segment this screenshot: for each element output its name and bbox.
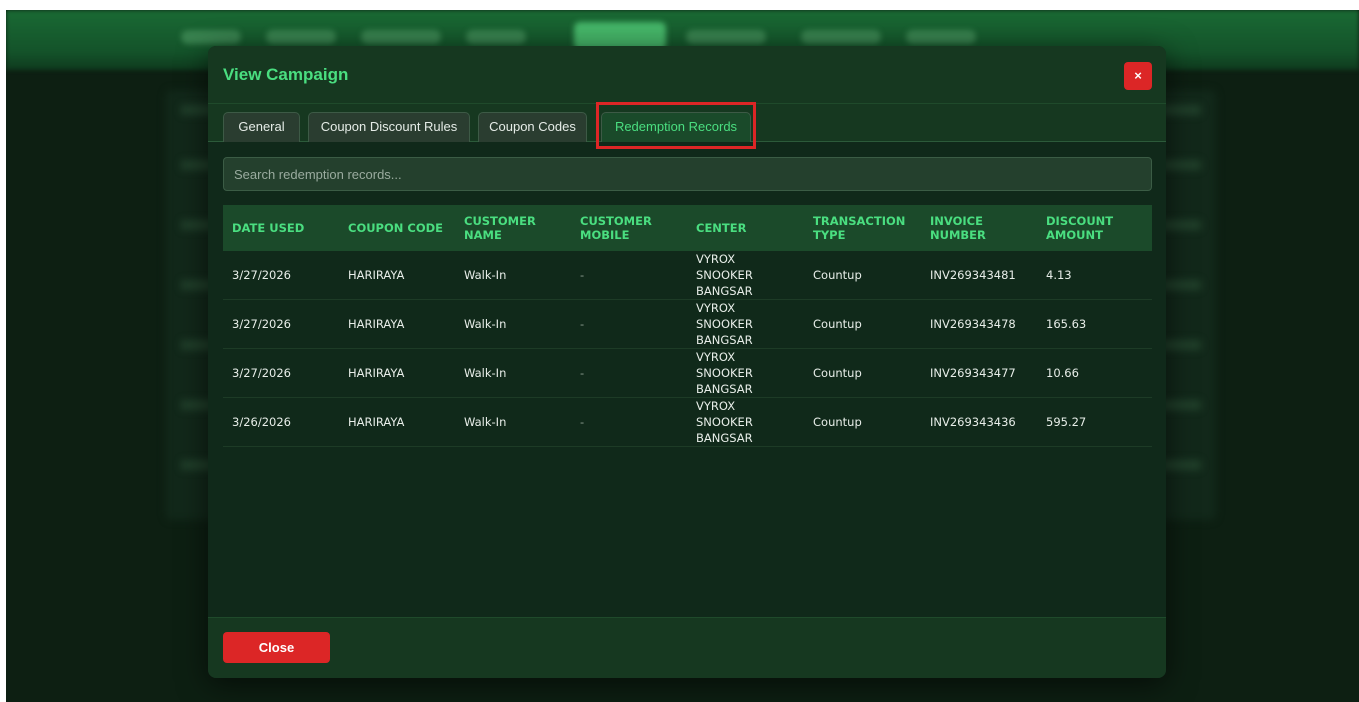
modal-title: View Campaign — [223, 65, 349, 84]
tab-coupon-codes[interactable]: Coupon Codes — [478, 112, 587, 142]
table-header-row: DATE USED COUPON CODE CUSTOMER NAME CUST… — [223, 205, 1152, 251]
cell-center: VYROX SNOOKER BANGSAR — [696, 399, 753, 445]
redemption-table: DATE USED COUPON CODE CUSTOMER NAME CUST… — [223, 205, 1152, 447]
cell-transaction-type: Countup — [813, 366, 862, 380]
cell-invoice-number: INV269343477 — [930, 366, 1016, 380]
cell-coupon-code: HARIRAYA — [348, 415, 405, 429]
background-nav-item — [266, 30, 336, 44]
cell-transaction-type: Countup — [813, 415, 862, 429]
cell-customer-mobile: - — [580, 317, 585, 331]
cell-customer-name: Walk-In — [464, 268, 507, 282]
header-date-used[interactable]: DATE USED — [223, 205, 339, 251]
background-nav-item — [686, 30, 766, 44]
cell-coupon-code: HARIRAYA — [348, 268, 405, 282]
cell-transaction-type: Countup — [813, 268, 862, 282]
cell-invoice-number: INV269343478 — [930, 317, 1016, 331]
tab-coupon-discount-rules[interactable]: Coupon Discount Rules — [308, 112, 470, 142]
cell-discount-amount: 165.63 — [1046, 317, 1087, 331]
cell-date-used: 3/26/2026 — [232, 415, 291, 429]
view-campaign-modal: View Campaign × General Coupon Discount … — [208, 46, 1166, 678]
cell-customer-mobile: - — [580, 366, 585, 380]
cell-invoice-number: INV269343436 — [930, 415, 1016, 429]
table-row: 3/27/2026 HARIRAYA Walk-In - VYROX SNOOK… — [223, 251, 1152, 300]
tabs-bar: General Coupon Discount Rules Coupon Cod… — [208, 104, 1166, 142]
cell-date-used: 3/27/2026 — [232, 268, 291, 282]
cell-date-used: 3/27/2026 — [232, 366, 291, 380]
search-wrapper — [223, 157, 1152, 191]
table-row: 3/27/2026 HARIRAYA Walk-In - VYROX SNOOK… — [223, 349, 1152, 398]
header-center[interactable]: CENTER — [687, 205, 804, 251]
header-customer-name[interactable]: CUSTOMER NAME — [455, 205, 571, 251]
background-nav-item — [181, 30, 241, 44]
table-row: 3/27/2026 HARIRAYA Walk-In - VYROX SNOOK… — [223, 300, 1152, 349]
background-nav-item — [361, 30, 441, 44]
cell-discount-amount: 4.13 — [1046, 268, 1072, 282]
tab-redemption-records[interactable]: Redemption Records — [601, 112, 751, 142]
header-coupon-code[interactable]: COUPON CODE — [339, 205, 455, 251]
table-row: 3/26/2026 HARIRAYA Walk-In - VYROX SNOOK… — [223, 398, 1152, 447]
modal-header: View Campaign × — [208, 46, 1166, 104]
header-discount-amount[interactable]: DISCOUNT AMOUNT — [1037, 205, 1152, 251]
cell-customer-name: Walk-In — [464, 366, 507, 380]
cell-customer-mobile: - — [580, 268, 585, 282]
header-transaction-type[interactable]: TRANSACTION TYPE — [804, 205, 921, 251]
cell-discount-amount: 595.27 — [1046, 415, 1087, 429]
cell-customer-name: Walk-In — [464, 317, 507, 331]
header-invoice-number[interactable]: INVOICE NUMBER — [921, 205, 1037, 251]
cell-customer-mobile: - — [580, 415, 585, 429]
cell-coupon-code: HARIRAYA — [348, 366, 405, 380]
background-nav-item — [466, 30, 526, 44]
close-icon[interactable]: × — [1124, 62, 1152, 90]
cell-transaction-type: Countup — [813, 317, 862, 331]
background-nav-item — [906, 30, 976, 44]
cell-customer-name: Walk-In — [464, 415, 507, 429]
cell-invoice-number: INV269343481 — [930, 268, 1016, 282]
cell-center: VYROX SNOOKER BANGSAR — [696, 350, 753, 396]
modal-footer: Close — [208, 617, 1166, 678]
redemption-table-wrapper: DATE USED COUPON CODE CUSTOMER NAME CUST… — [223, 205, 1152, 447]
cell-discount-amount: 10.66 — [1046, 366, 1079, 380]
cell-center: VYROX SNOOKER BANGSAR — [696, 301, 753, 347]
cell-coupon-code: HARIRAYA — [348, 317, 405, 331]
background-nav-item — [801, 30, 881, 44]
close-button[interactable]: Close — [223, 632, 330, 663]
cell-date-used: 3/27/2026 — [232, 317, 291, 331]
tab-general[interactable]: General — [223, 112, 300, 142]
cell-center: VYROX SNOOKER BANGSAR — [696, 252, 753, 298]
search-redemption-input[interactable] — [223, 157, 1152, 191]
header-customer-mobile[interactable]: CUSTOMER MOBILE — [571, 205, 687, 251]
